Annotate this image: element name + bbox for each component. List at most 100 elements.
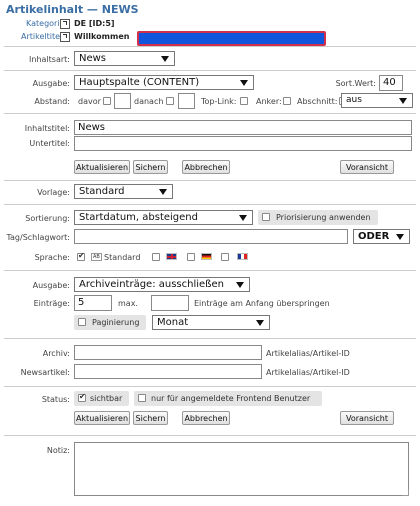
anker-label: Anker: bbox=[256, 97, 282, 106]
sichern-button-bottom[interactable]: Sichern bbox=[133, 411, 168, 425]
paginierung-select[interactable]: Monat bbox=[152, 315, 270, 330]
divider bbox=[4, 180, 416, 181]
ab-badge: AB bbox=[91, 253, 102, 261]
flag-fr-icon bbox=[237, 253, 248, 260]
sichtbar-toggle[interactable]: sichtbar bbox=[74, 391, 129, 406]
archiv-input[interactable] bbox=[74, 345, 262, 360]
ausgabe2-select[interactable]: Archiveinträge: ausschließen bbox=[74, 277, 250, 292]
eintraege-label: Einträge: bbox=[33, 299, 70, 308]
sichtbar-label: sichtbar bbox=[90, 394, 123, 403]
abschnitt-value: aus bbox=[346, 95, 362, 105]
sortierung-select[interactable]: Startdatum, absteigend bbox=[74, 210, 253, 225]
vorlage-value: Standard bbox=[79, 186, 125, 197]
sprache-fr-checkbox[interactable] bbox=[221, 253, 229, 261]
tags-operator-select[interactable]: ODER bbox=[353, 229, 410, 244]
tags-operator-value: ODER bbox=[358, 231, 390, 242]
paginierung-value: Monat bbox=[157, 317, 189, 328]
abbrechen-button-bottom[interactable]: Abbrechen bbox=[182, 411, 230, 425]
voransicht-button[interactable]: Voransicht bbox=[340, 160, 394, 174]
priorisierung-label: Priorisierung anwenden bbox=[276, 213, 371, 222]
ausgabe2-label: Ausgabe: bbox=[32, 281, 70, 290]
davor-label: davor bbox=[78, 97, 101, 106]
davor-input[interactable] bbox=[114, 93, 131, 109]
flag-de-icon bbox=[201, 253, 212, 260]
divider bbox=[4, 46, 416, 47]
newsartikel-suffix: Artikelalias/Artikel-ID bbox=[266, 368, 350, 377]
skip-input[interactable] bbox=[151, 295, 189, 311]
ausgabe-value: Hauptspalte (CONTENT) bbox=[79, 77, 200, 88]
archiv-suffix: Artikelalias/Artikel-ID bbox=[266, 349, 350, 358]
divider bbox=[4, 270, 416, 271]
abschnitt-label: Abschnitt: bbox=[297, 97, 338, 106]
priorisierung-toggle[interactable]: Priorisierung anwenden bbox=[258, 210, 378, 225]
external-link-icon[interactable] bbox=[60, 19, 70, 29]
vorlage-label: Vorlage: bbox=[37, 188, 70, 197]
ausgabe2-value: Archiveinträge: ausschließen bbox=[79, 279, 224, 290]
notiz-textarea[interactable] bbox=[74, 442, 409, 496]
artikeltitel-label: Artikeltitel: bbox=[21, 32, 65, 41]
divider bbox=[4, 113, 416, 114]
sortierung-value: Startdatum, absteigend bbox=[79, 212, 198, 223]
notiz-label: Notiz: bbox=[46, 446, 70, 455]
sprache-standard-checkbox[interactable] bbox=[77, 251, 85, 261]
skip-label: Einträge am Anfang überspringen bbox=[194, 299, 330, 308]
abbrechen-button[interactable]: Abbrechen bbox=[182, 160, 230, 174]
sort-value-input[interactable]: 40 bbox=[379, 75, 403, 91]
external-link-icon[interactable] bbox=[60, 32, 70, 42]
chevron-down-icon bbox=[256, 319, 264, 326]
toplink-checkbox[interactable] bbox=[240, 97, 248, 105]
tags-input[interactable] bbox=[74, 229, 348, 244]
divider bbox=[4, 338, 416, 339]
aktualisieren-button-bottom[interactable]: Aktualisieren bbox=[74, 411, 130, 425]
vorlage-select[interactable]: Standard bbox=[74, 184, 173, 199]
artikeltitel-value: Willkommen bbox=[74, 32, 130, 41]
danach-label: danach bbox=[134, 97, 164, 106]
chevron-down-icon bbox=[396, 233, 404, 240]
divider bbox=[4, 435, 416, 436]
danach-checkbox[interactable] bbox=[166, 97, 174, 105]
status-label: Status: bbox=[41, 395, 70, 404]
paginierung-checkbox[interactable] bbox=[78, 318, 86, 326]
flag-uk-icon bbox=[166, 253, 177, 260]
danach-input[interactable] bbox=[178, 93, 195, 109]
paginierung-toggle[interactable]: Paginierung bbox=[74, 315, 146, 330]
davor-checkbox[interactable] bbox=[103, 97, 111, 105]
paginierung-label: Paginierung bbox=[92, 318, 140, 327]
sprache-label: Sprache: bbox=[34, 253, 70, 262]
archiv-label: Archiv: bbox=[42, 349, 70, 358]
abstand-label: Abstand: bbox=[34, 97, 70, 106]
untertitel-label: Untertitel: bbox=[29, 139, 70, 148]
newsartikel-label: Newsartikel: bbox=[20, 368, 70, 377]
abschnitt-select[interactable]: aus bbox=[341, 93, 413, 108]
chevron-down-icon bbox=[236, 281, 244, 288]
voransicht-button-bottom[interactable]: Voransicht bbox=[340, 411, 394, 425]
tags-label: Tag/Schlagwort: bbox=[6, 233, 70, 242]
page-title: Artikelinhalt — NEWS bbox=[6, 3, 139, 16]
chevron-down-icon bbox=[399, 97, 407, 104]
ausgabe-select[interactable]: Hauptspalte (CONTENT) bbox=[74, 75, 254, 90]
frontend-toggle[interactable]: nur für angemeldete Frontend Benutzer bbox=[134, 391, 322, 406]
eintraege-input[interactable]: 5 bbox=[74, 295, 112, 311]
sprache-en-checkbox[interactable] bbox=[152, 253, 160, 261]
inhaltstitel-label: Inhaltstitel: bbox=[24, 124, 70, 133]
sichtbar-checkbox[interactable] bbox=[78, 392, 86, 402]
inhaltsart-select[interactable]: News bbox=[74, 51, 175, 66]
untertitel-input[interactable] bbox=[74, 136, 412, 151]
max-label: max. bbox=[118, 299, 138, 308]
resize-handle-icon[interactable] bbox=[402, 489, 409, 496]
chevron-down-icon bbox=[240, 79, 248, 86]
inhaltsart-label: Inhaltsart: bbox=[29, 55, 70, 64]
frontend-checkbox[interactable] bbox=[138, 394, 146, 402]
priorisierung-checkbox[interactable] bbox=[262, 213, 270, 221]
sichern-button[interactable]: Sichern bbox=[133, 160, 168, 174]
sprache-standard-label: Standard bbox=[104, 253, 141, 262]
newsartikel-input[interactable] bbox=[74, 364, 262, 379]
kategorie-value: DE [ID:5] bbox=[74, 19, 115, 28]
divider bbox=[4, 386, 416, 387]
inhaltsart-value: News bbox=[79, 53, 107, 64]
inhaltstitel-input[interactable]: News bbox=[74, 120, 412, 135]
aktualisieren-button[interactable]: Aktualisieren bbox=[74, 160, 130, 174]
anker-checkbox[interactable] bbox=[283, 97, 291, 105]
sprache-de-checkbox[interactable] bbox=[187, 253, 195, 261]
sort-label: Sort.Wert: bbox=[335, 79, 376, 88]
